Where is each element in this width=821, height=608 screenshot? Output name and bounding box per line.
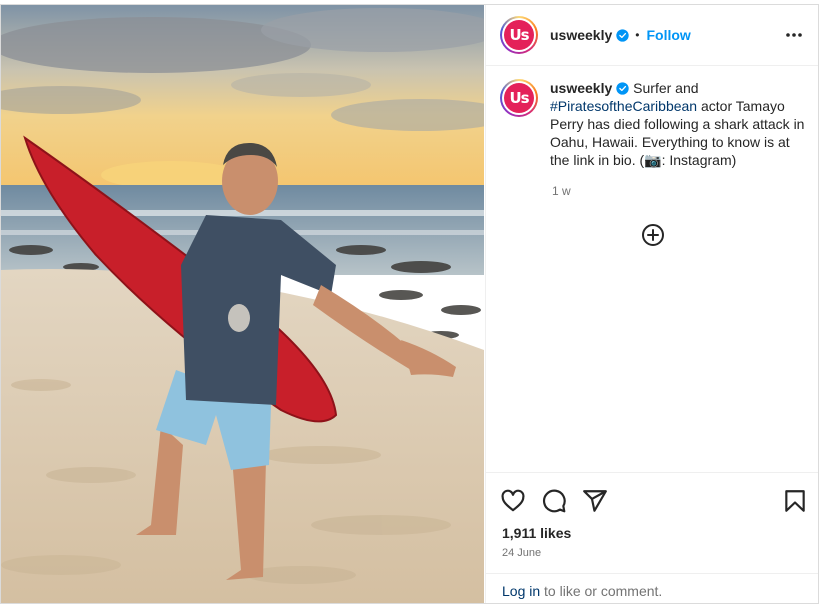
- action-bar: [486, 472, 818, 513]
- likes-count[interactable]: 1,911 likes: [502, 525, 571, 541]
- bookmark-icon[interactable]: [782, 488, 808, 514]
- caption-avatar-logo: Us: [504, 83, 534, 113]
- heart-icon[interactable]: [500, 488, 526, 514]
- post-header: Us usweekly • Follow: [486, 5, 818, 66]
- post-photo[interactable]: [1, 5, 484, 603]
- post-side-panel: Us usweekly • Follow Us usweekly Surfer …: [485, 5, 818, 603]
- caption-intro: Surfer and: [633, 80, 699, 96]
- more-horizontal-icon[interactable]: [785, 27, 803, 43]
- caption-username[interactable]: usweekly: [550, 80, 612, 96]
- login-prompt: Log in to like or comment.: [486, 573, 818, 603]
- post-caption: Us usweekly Surfer and #PiratesoftheCari…: [500, 79, 810, 169]
- login-link[interactable]: Log in: [502, 583, 540, 599]
- separator-dot: •: [635, 28, 640, 42]
- follow-button[interactable]: Follow: [646, 27, 690, 43]
- add-circle-icon[interactable]: [641, 223, 665, 247]
- post-date[interactable]: 24 June: [502, 547, 541, 559]
- caption-hashtag[interactable]: #PiratesoftheCaribbean: [550, 98, 697, 114]
- verified-badge-icon: [616, 28, 629, 42]
- header-username[interactable]: usweekly: [550, 27, 612, 43]
- share-icon[interactable]: [582, 488, 608, 514]
- instagram-post: Us usweekly • Follow Us usweekly Surfer …: [0, 4, 819, 604]
- comment-icon[interactable]: [541, 488, 567, 514]
- avatar-logo: Us: [504, 20, 534, 50]
- login-suffix: to like or comment.: [540, 583, 663, 599]
- caption-avatar[interactable]: Us: [500, 79, 538, 117]
- post-timestamp[interactable]: 1 w: [552, 184, 571, 198]
- verified-badge-icon: [616, 82, 629, 95]
- caption-text: usweekly Surfer and #PiratesoftheCaribbe…: [550, 79, 810, 169]
- avatar[interactable]: Us: [500, 16, 538, 54]
- beach-surfer-image: [1, 5, 484, 603]
